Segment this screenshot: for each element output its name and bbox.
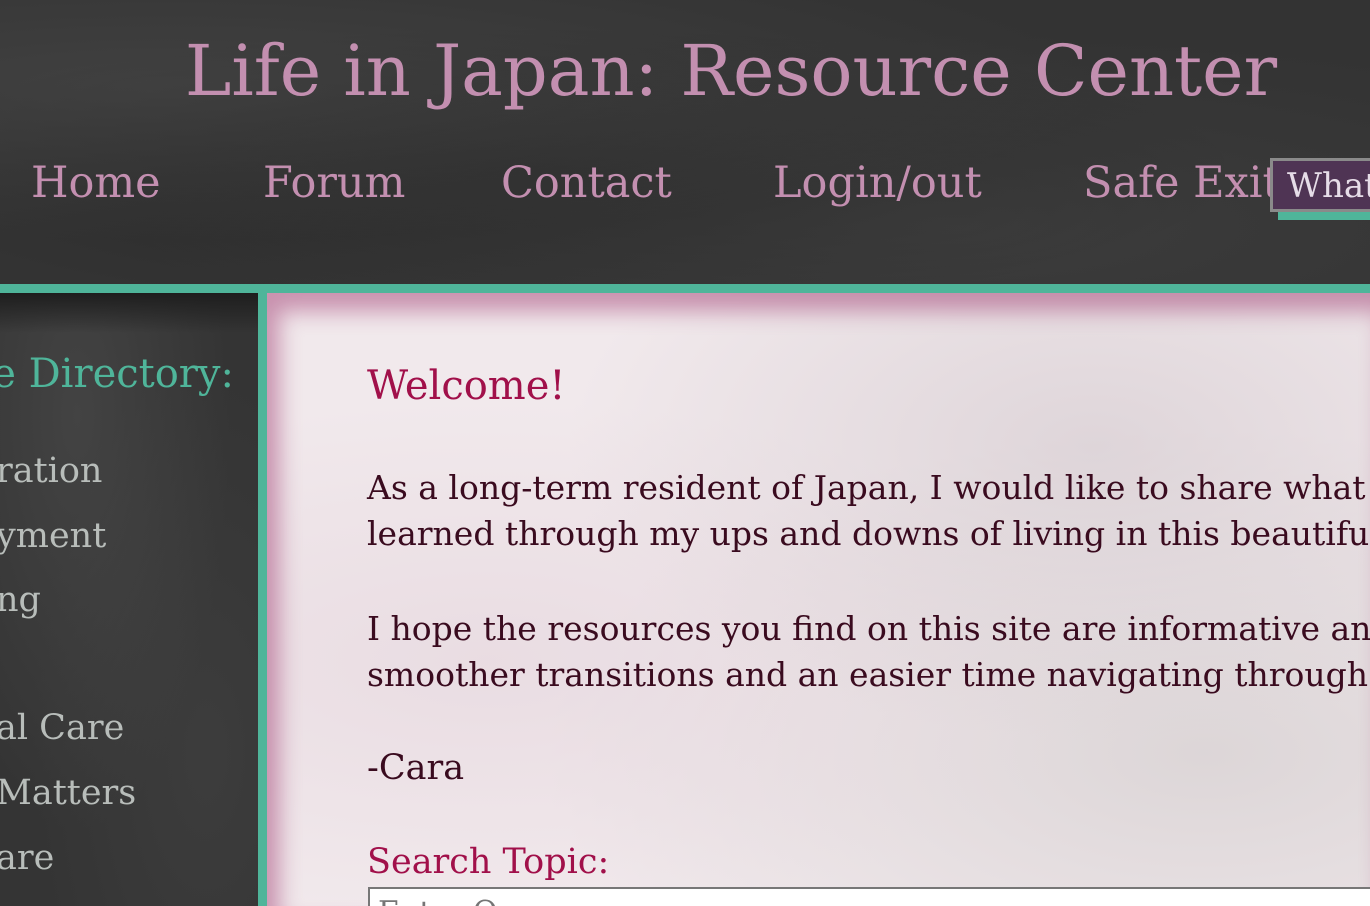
hope-line-2: smoother transitions and an easier time … (367, 655, 1370, 694)
search-topic-label: Search Topic: (367, 842, 610, 882)
resource-directory-sidebar: ce Directory: ration yment ng al Care Ma… (0, 293, 258, 906)
nav-safe-exit[interactable]: Safe Exit (1083, 158, 1280, 208)
hope-line-1: I hope the resources you find on this si… (367, 609, 1370, 648)
directory-title: ce Directory: (0, 351, 234, 397)
site-header: Life in Japan: Resource Center Home Foru… (0, 0, 1370, 284)
sidebar-border (258, 293, 267, 906)
intro-line-1: As a long-term resident of Japan, I woul… (367, 468, 1370, 507)
nav-contact[interactable]: Contact (501, 158, 672, 208)
search-topic-input[interactable] (368, 887, 1370, 906)
directory-item-housing[interactable]: ng (0, 580, 41, 620)
directory-item-medical-care[interactable]: al Care (0, 708, 124, 748)
directory-item-legal-matters[interactable]: Matters (0, 773, 136, 813)
header-divider (0, 284, 1370, 293)
welcome-heading: Welcome! (367, 363, 566, 409)
site-title: Life in Japan: Resource Center (184, 30, 1278, 112)
nav-forum[interactable]: Forum (263, 158, 405, 208)
intro-line-2: learned through my ups and downs of livi… (367, 514, 1370, 553)
sidebar-shadow (0, 293, 258, 333)
nav-login-logout[interactable]: Login/out (773, 158, 982, 208)
nav-home[interactable]: Home (31, 158, 161, 208)
directory-item-childcare[interactable]: are (0, 838, 54, 878)
main-content: Welcome! As a long-term resident of Japa… (267, 293, 1370, 906)
author-signature: -Cara (367, 748, 465, 788)
directory-item-immigration[interactable]: ration (0, 451, 102, 491)
quick-question-button[interactable]: What (1270, 158, 1370, 212)
directory-item-employment[interactable]: yment (0, 516, 106, 556)
